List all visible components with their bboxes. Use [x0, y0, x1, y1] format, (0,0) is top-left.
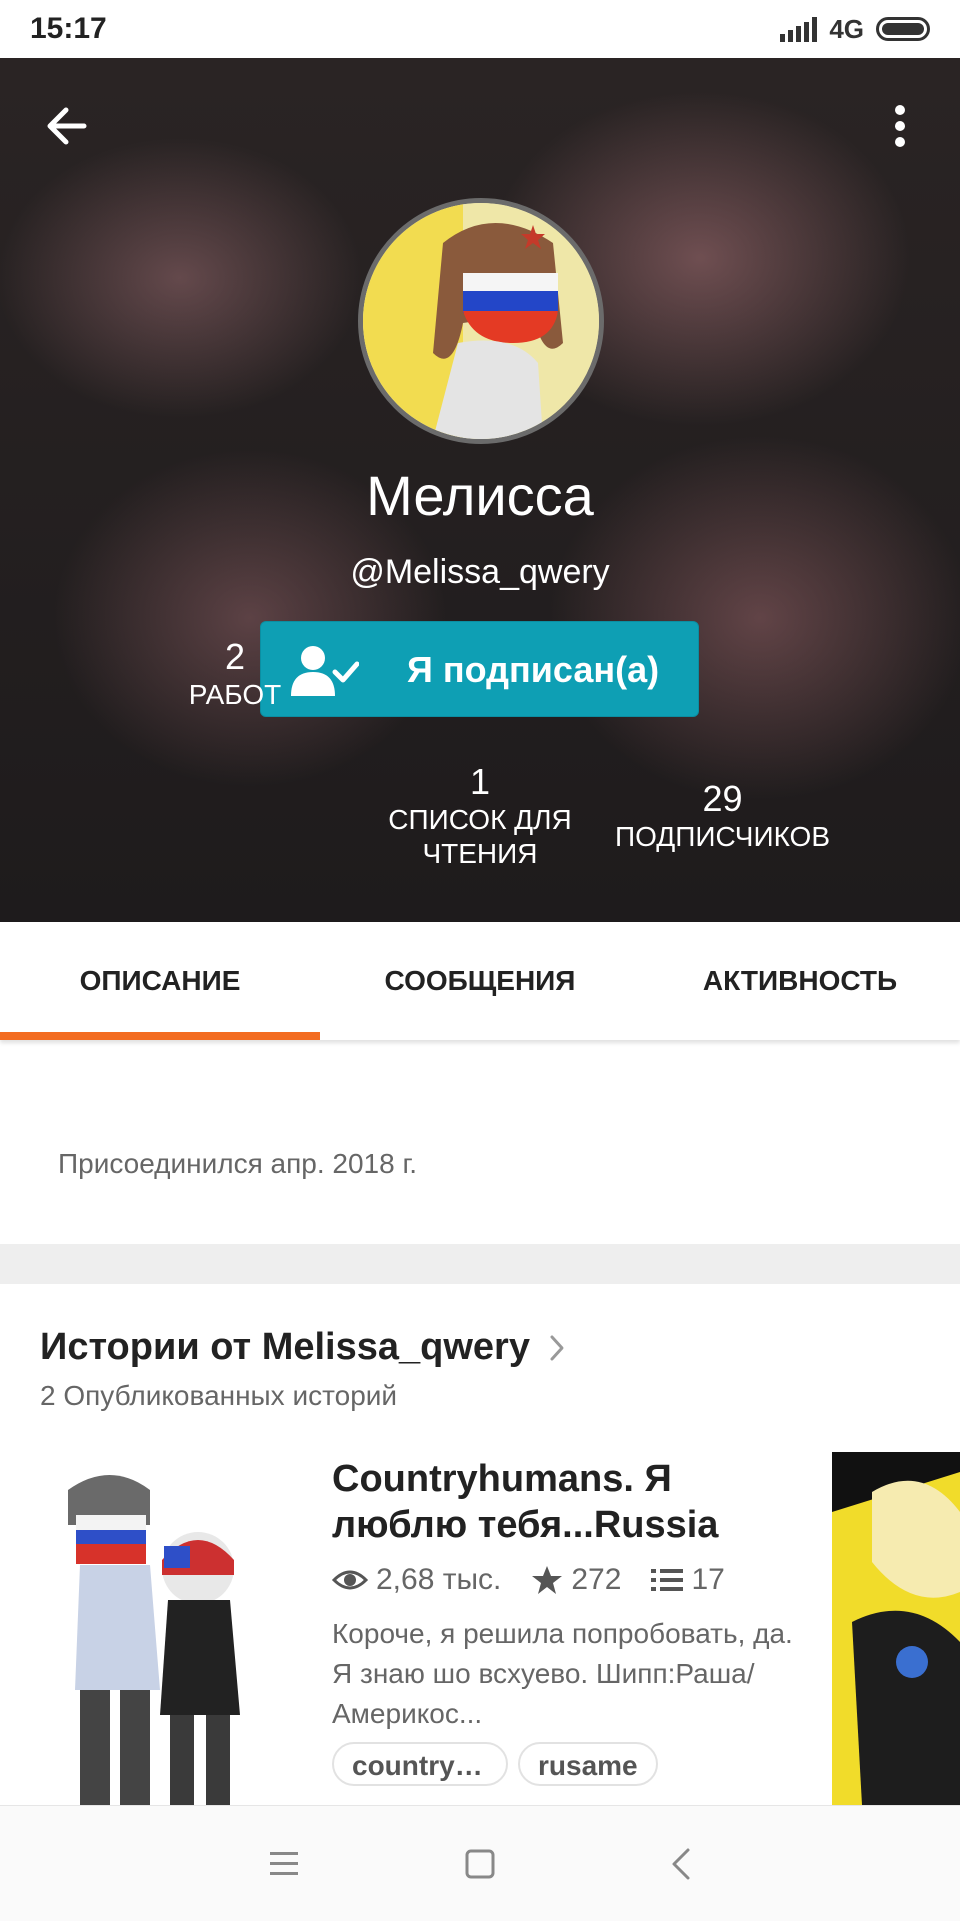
more-vertical-icon[interactable] — [880, 98, 920, 154]
stat-reading-list-label: СПИСОК ДЛЯ ЧТЕНИЯ — [388, 804, 572, 869]
stat-reading-list[interactable]: 1 СПИСОК ДЛЯ ЧТЕНИЯ — [370, 761, 590, 871]
story-title[interactable]: Countryhumans. Я люблю тебя...Russia — [332, 1456, 812, 1548]
profile-handle: @Melissa_qwery — [350, 553, 610, 591]
chevron-right-icon — [550, 1335, 564, 1360]
tab-messages[interactable]: СООБЩЕНИЯ — [320, 922, 640, 1040]
network-type: 4G — [829, 13, 864, 44]
stat-works-value: 2 — [224, 636, 246, 677]
profile-tabs: ОПИСАНИЕ СООБЩЕНИЯ АКТИВНОСТЬ — [0, 922, 960, 1040]
story-tag[interactable]: rusame — [518, 1742, 658, 1786]
tab-about[interactable]: ОПИСАНИЕ — [0, 922, 320, 1040]
active-tab-indicator — [0, 1032, 320, 1040]
story-tag[interactable]: countryhu… — [332, 1742, 508, 1786]
tab-activity[interactable]: АКТИВНОСТЬ — [640, 922, 960, 1040]
list-icon — [651, 1569, 684, 1591]
story-cover[interactable] — [40, 1450, 310, 1805]
story-parts: 17 — [691, 1563, 725, 1596]
avatar[interactable] — [358, 198, 604, 444]
profile-header: Мелисса @Melissa_qwery Я подписан(а) 2 Р… — [0, 58, 960, 922]
section-divider — [0, 1244, 960, 1284]
stories-count: 2 Опубликованных историй — [40, 1380, 398, 1411]
stat-followers-label: ПОДПИСЧИКОВ — [614, 821, 831, 852]
battery-icon — [876, 17, 930, 41]
stat-works[interactable]: 2 РАБОТ — [150, 636, 320, 712]
signal-icon — [780, 16, 818, 42]
story-cover-next[interactable] — [832, 1452, 960, 1805]
story-cover-next-image — [832, 1452, 960, 1805]
following-button[interactable]: Я подписан(а) — [260, 621, 699, 717]
stories-section-title-text: Истории от Melissa_qwery — [40, 1326, 530, 1368]
story-description: Короче, я решила попробовать, да. Я знаю… — [332, 1618, 793, 1729]
back-icon[interactable] — [660, 1842, 704, 1886]
profile-name: Мелисса — [366, 464, 594, 527]
star-icon — [532, 1566, 563, 1594]
following-button-label: Я подписан(а) — [407, 649, 660, 690]
avatar-image — [363, 203, 599, 439]
stories-section-title[interactable]: Истории от Melissa_qwery — [40, 1326, 566, 1369]
status-time: 15:17 — [30, 12, 107, 45]
back-arrow-icon[interactable] — [40, 98, 96, 154]
story-views: 2,68 тыс. — [376, 1563, 502, 1596]
story-votes: 272 — [571, 1563, 622, 1596]
eye-icon — [332, 1570, 368, 1590]
story-stats: 2,68 тыс. 272 17 — [332, 1560, 725, 1600]
system-nav-bar — [0, 1805, 960, 1921]
story-tags: countryhu… rusame — [332, 1742, 658, 1786]
status-bar: 15:17 4G — [0, 0, 960, 58]
stat-works-label: РАБОТ — [188, 679, 282, 710]
stat-reading-list-value: 1 — [469, 761, 491, 802]
home-icon[interactable] — [458, 1842, 502, 1886]
stat-followers-value: 29 — [702, 778, 743, 819]
story-cover-image — [40, 1450, 310, 1805]
joined-date: Присоединился апр. 2018 г. — [58, 1148, 418, 1179]
stat-followers[interactable]: 29 ПОДПИСЧИКОВ — [600, 778, 845, 854]
menu-icon[interactable] — [262, 1842, 306, 1886]
